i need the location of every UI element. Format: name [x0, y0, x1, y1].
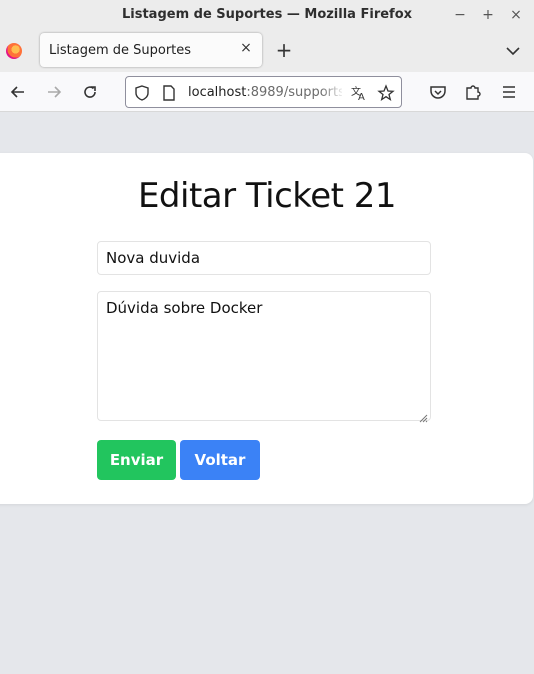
close-window-button[interactable]: ×: [506, 5, 526, 25]
url-bar[interactable]: localhost:8989/supports 文A: [125, 76, 402, 108]
shield-icon[interactable]: [133, 84, 151, 102]
body-textarea[interactable]: Dúvida sobre Docker: [97, 291, 431, 423]
maximize-button[interactable]: +: [478, 5, 498, 25]
page-icon[interactable]: [160, 84, 178, 102]
firefox-logo-icon[interactable]: [6, 43, 22, 59]
new-tab-button[interactable]: +: [274, 39, 294, 61]
resize-grip-icon[interactable]: [418, 408, 428, 423]
tab-listagem-de-suportes[interactable]: Listagem de Suportes ×: [40, 33, 262, 67]
star-icon[interactable]: [377, 84, 395, 102]
puzzle-icon[interactable]: [463, 82, 483, 102]
url-text[interactable]: localhost:8989/supports: [188, 85, 342, 100]
chevron-down-icon[interactable]: [504, 42, 522, 60]
tab-bar: Listagem de Suportes × +: [0, 30, 534, 72]
translate-icon[interactable]: 文A: [350, 84, 368, 103]
pocket-icon[interactable]: [428, 82, 448, 102]
back-button[interactable]: Voltar: [180, 440, 260, 480]
send-button[interactable]: Enviar: [97, 440, 176, 480]
window-titlebar: Listagem de Suportes — Mozilla Firefox −…: [0, 0, 534, 30]
arrow-right-icon[interactable]: [44, 82, 64, 102]
page-title: Editar Ticket 21: [137, 176, 397, 216]
subject-input[interactable]: Nova duvida: [97, 241, 431, 275]
svg-text:A: A: [358, 92, 365, 102]
arrow-left-icon[interactable]: [8, 82, 28, 102]
minimize-button[interactable]: −: [450, 5, 470, 25]
url-host: localhost: [188, 85, 247, 100]
url-fade: [321, 81, 345, 103]
reload-icon[interactable]: [80, 82, 100, 102]
tab-close-icon[interactable]: ×: [238, 40, 254, 58]
tab-label: Listagem de Suportes: [49, 43, 192, 58]
body-textarea-text: Dúvida sobre Docker: [106, 299, 263, 317]
hamburger-menu-icon[interactable]: [499, 82, 519, 102]
navigation-toolbar: localhost:8989/supports 文A: [0, 72, 534, 112]
